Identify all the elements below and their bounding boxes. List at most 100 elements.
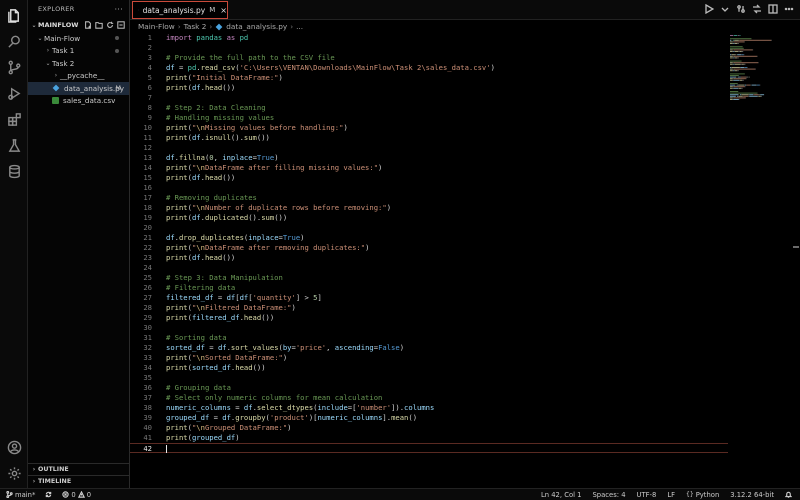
run-python-file-icon[interactable] [704,4,714,14]
code-line[interactable]: 39 grouped_df = df.groupby('product')[num… [130,413,728,423]
explorer-more-button[interactable]: ··· [114,5,123,14]
status-encoding[interactable]: UTF-8 [637,491,657,499]
settings-gear-icon[interactable] [5,464,23,482]
code-line[interactable]: 37 # Select only numeric columns for mean… [130,393,728,403]
workspace-root[interactable]: ⌄ MAINFLOW [28,18,129,32]
line-number: 19 [143,213,152,222]
code-line[interactable]: 11 print(df.isnull().sum()) [130,133,728,143]
status-language[interactable]: {} Python [686,491,719,499]
code-line[interactable]: 6 print(df.head()) [130,83,728,93]
line-number: 33 [143,353,152,362]
code-text: print(sorted_df.head()) [166,363,266,372]
code-line[interactable]: 30 [130,323,728,333]
code-line[interactable]: 41 print(grouped_df) [130,433,728,443]
code-line[interactable]: 22 print("\nDataFrame after removing dupl… [130,243,728,253]
code-line[interactable]: 9 # Handling missing values [130,113,728,123]
code-text: df = pd.read_csv('C:\Users\VENTAN\Downlo… [166,63,495,72]
code-text: print("\nDataFrame after removing duplic… [166,243,370,252]
code-line[interactable]: 19 print(df.duplicated().sum()) [130,213,728,223]
code-line[interactable]: 18 print("\nNumber of duplicate rows befo… [130,203,728,213]
code-line[interactable]: 20 [130,223,728,233]
code-line[interactable]: 3 # Provide the full path to the CSV file [130,53,728,63]
refresh-icon[interactable] [106,21,114,29]
code-line[interactable]: 21 df.drop_duplicates(inplace=True) [130,233,728,243]
code-line[interactable]: 26 # Filtering data [130,283,728,293]
error-icon [62,491,70,498]
line-number: 3 [147,53,152,62]
code-line[interactable]: 13 df.fillna(0, inplace=True) [130,153,728,163]
tree-item[interactable]: ⌄ Main-Flow [28,32,129,45]
new-file-icon[interactable] [84,21,92,29]
code-line[interactable]: 25 # Step 3: Data Manipulation [130,273,728,283]
breadcrumb-item[interactable]: ... [296,22,303,31]
status-branch[interactable]: main* [6,491,35,499]
status-indentation[interactable]: Spaces: 4 [592,491,625,499]
open-changes-icon[interactable] [736,4,746,14]
code-line[interactable]: 14 print("\nDataFrame after filling missi… [130,163,728,173]
status-cursor-position[interactable]: Ln 42, Col 1 [541,491,582,499]
collapse-all-icon[interactable] [117,21,125,29]
editor-scrollbar[interactable] [792,33,800,488]
search-icon[interactable] [5,32,23,50]
code-line[interactable]: 2 [130,43,728,53]
code-line[interactable]: 38 numeric_columns = df.select_dtypes(inc… [130,403,728,413]
timeline-section[interactable]: › TIMELINE [28,475,130,487]
code-line[interactable]: 17 # Removing duplicates [130,193,728,203]
database-icon[interactable] [5,162,23,180]
code-editor[interactable]: 1 import pandas as pd 2 3 # Provide the full… [130,33,728,488]
code-line[interactable]: 34 print(sorted_df.head()) [130,363,728,373]
status-interpreter[interactable]: 3.12.2 64-bit [730,491,774,499]
breadcrumb-item[interactable]: Main-Flow [138,22,175,31]
code-line[interactable]: 28 print("\nFiltered DataFrame:") [130,303,728,313]
testing-flask-icon[interactable] [5,136,23,154]
tree-item[interactable]: ⌄ Task 2 [28,57,129,70]
code-line[interactable]: 27 filtered_df = df[df['quantity'] > 5] [130,293,728,303]
code-line[interactable]: 10 print("\nMissing values before handlin… [130,123,728,133]
new-folder-icon[interactable] [95,21,103,29]
tree-item[interactable]: › __pycache__ [28,70,129,83]
code-line[interactable]: 8 # Step 2: Data Cleaning [130,103,728,113]
minimap[interactable] [728,33,792,488]
tree-item[interactable]: data_analysis.py M [28,82,129,95]
status-notifications[interactable] [785,491,792,498]
line-number: 37 [143,393,152,402]
code-line[interactable]: 36 # Grouping data [130,383,728,393]
code-line[interactable]: 12 [130,143,728,153]
explorer-files-icon[interactable] [5,6,23,24]
source-control-icon[interactable] [5,58,23,76]
breadcrumb-item[interactable]: Task 2 [184,22,207,31]
code-text: sorted_df = df.sort_values(by='price', a… [166,343,405,352]
code-line[interactable]: 23 print(df.head()) [130,253,728,263]
account-icon[interactable] [5,438,23,456]
split-editor-icon[interactable] [768,4,778,14]
tab-data-analysis[interactable]: data_analysis.py M × [132,1,228,19]
chevron-down-icon[interactable] [720,4,730,14]
code-line[interactable]: 1 import pandas as pd [130,33,728,43]
status-problems[interactable]: 0 0 [62,491,91,499]
code-line[interactable]: 4 df = pd.read_csv('C:\Users\VENTAN\Downl… [130,63,728,73]
code-line[interactable]: 32 sorted_df = df.sort_values(by='price',… [130,343,728,353]
code-line[interactable]: 42 [130,443,728,453]
status-eol[interactable]: LF [667,491,675,499]
tree-item[interactable]: sales_data.csv [28,95,129,108]
workspace-root-label: MAINFLOW [38,21,79,29]
code-line[interactable]: 24 [130,263,728,273]
status-sync[interactable] [45,491,52,498]
code-line[interactable]: 35 [130,373,728,383]
breadcrumb-item[interactable]: data_analysis.py [226,22,287,31]
code-line[interactable]: 40 print("\nGrouped DataFrame:") [130,423,728,433]
compare-icon[interactable] [752,4,762,14]
code-line[interactable]: 5 print("Initial DataFrame:") [130,73,728,83]
run-debug-icon[interactable] [5,84,23,102]
outline-section[interactable]: › OUTLINE [28,463,130,475]
code-line[interactable]: 33 print("\nSorted DataFrame:") [130,353,728,363]
tab-close-button[interactable]: × [220,6,227,15]
code-line[interactable]: 29 print(filtered_df.head()) [130,313,728,323]
extensions-icon[interactable] [5,110,23,128]
more-actions-icon[interactable] [784,4,794,14]
code-line[interactable]: 7 [130,93,728,103]
code-line[interactable]: 15 print(df.head()) [130,173,728,183]
tree-item[interactable]: › Task 1 [28,45,129,58]
code-line[interactable]: 16 [130,183,728,193]
code-line[interactable]: 31 # Sorting data [130,333,728,343]
